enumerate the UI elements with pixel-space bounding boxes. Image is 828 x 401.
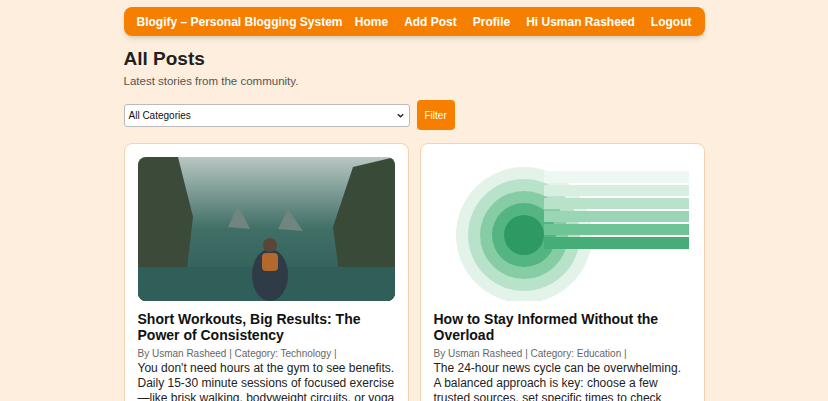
category-select[interactable]: All Categories — [124, 104, 410, 127]
post-excerpt: You don't need hours at the gym to see b… — [138, 361, 395, 401]
post-meta: By Usman Rasheed | Category: Technology … — [138, 346, 395, 361]
post-title[interactable]: Short Workouts, Big Results: The Power o… — [138, 311, 395, 343]
page-subtitle: Latest stories from the community. — [124, 73, 705, 90]
filter-button[interactable]: Filter — [417, 100, 455, 130]
nav-link[interactable]: Home — [355, 13, 388, 31]
post-meta: By Usman Rasheed | Category: Education | — [434, 346, 691, 361]
post-card[interactable]: How to Stay Informed Without the Overloa… — [420, 143, 705, 401]
page-title: All Posts — [124, 47, 705, 71]
landscape-photo-icon — [138, 157, 395, 301]
post-card[interactable]: Short Workouts, Big Results: The Power o… — [124, 143, 409, 401]
chevron-down-icon — [396, 111, 405, 120]
page: Blogify – Personal Blogging System Home Ad… — [0, 0, 828, 401]
nav-link[interactable]: Add Post — [404, 13, 457, 31]
post-image — [138, 157, 395, 301]
brand[interactable]: Blogify – Personal Blogging System — [137, 13, 343, 31]
diagram-icon — [434, 157, 691, 301]
post-image — [434, 157, 691, 301]
post-excerpt: The 24-hour news cycle can be overwhelmi… — [434, 361, 691, 401]
post-title[interactable]: How to Stay Informed Without the Overloa… — [434, 311, 691, 343]
post-grid: Short Workouts, Big Results: The Power o… — [124, 143, 705, 401]
nav-link[interactable]: Hi Usman Rasheed — [526, 13, 635, 31]
nav-link[interactable]: Profile — [473, 13, 510, 31]
filter-bar: All Categories Filter — [124, 100, 705, 130]
nav-link[interactable]: Logout — [651, 13, 692, 31]
navbar: Blogify – Personal Blogging System Home Ad… — [124, 7, 705, 36]
